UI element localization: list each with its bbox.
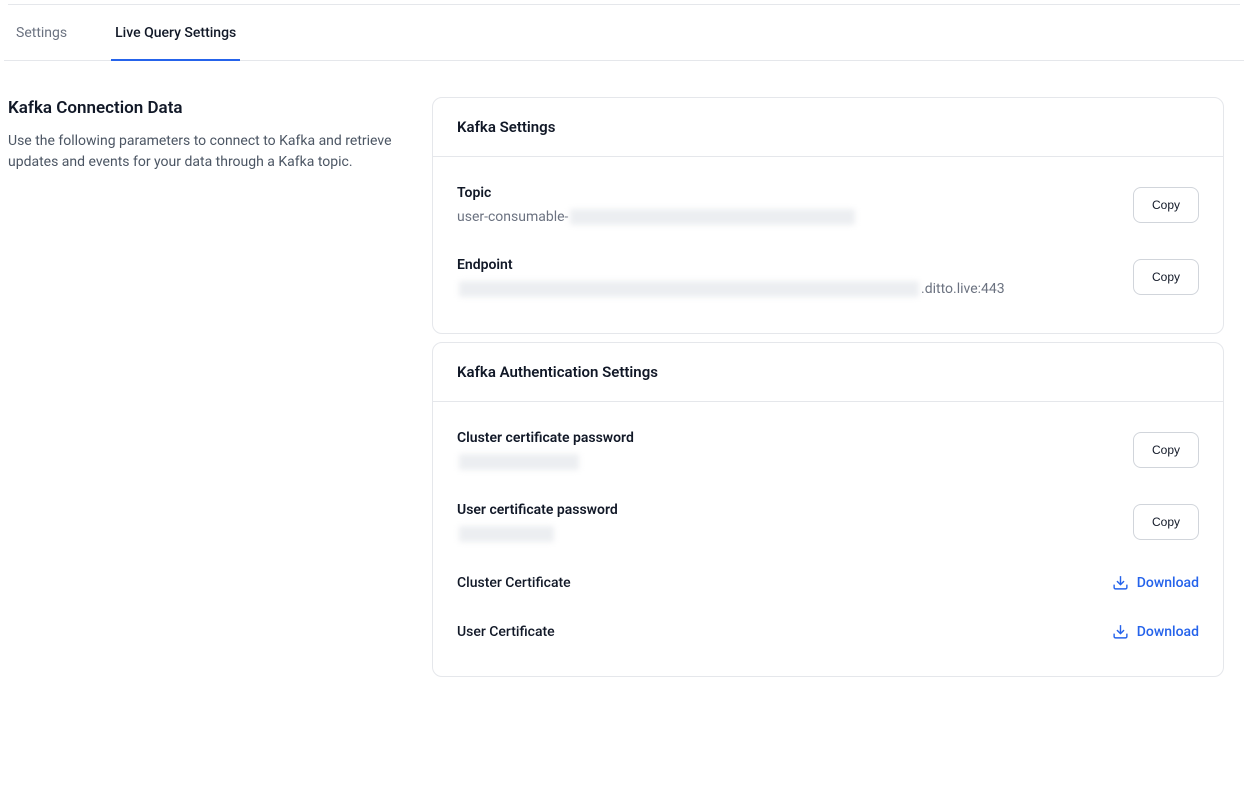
cluster-cert-row: Cluster Certificate Download	[457, 558, 1199, 607]
topic-label: Topic	[457, 185, 1117, 201]
download-icon	[1112, 623, 1129, 640]
redacted-text	[459, 281, 919, 297]
copy-button[interactable]: Copy	[1133, 504, 1199, 540]
user-password-label: User certificate password	[457, 502, 1117, 518]
kafka-auth-header: Kafka Authentication Settings	[457, 363, 1199, 381]
cluster-password-value	[457, 454, 1117, 470]
cluster-password-label: Cluster certificate password	[457, 430, 1117, 446]
kafka-auth-card: Kafka Authentication Settings Cluster ce…	[432, 342, 1224, 677]
topic-value-prefix: user-consumable-	[457, 209, 568, 225]
redacted-text	[570, 209, 855, 225]
copy-button[interactable]: Copy	[1133, 432, 1199, 468]
topic-field: Topic user-consumable- Copy	[457, 169, 1199, 241]
cluster-password-field: Cluster certificate password Copy	[457, 414, 1199, 486]
download-icon	[1112, 574, 1129, 591]
tab-settings[interactable]: Settings	[12, 5, 71, 61]
kafka-settings-header: Kafka Settings	[457, 118, 1199, 136]
tab-live-query-settings[interactable]: Live Query Settings	[111, 5, 240, 61]
endpoint-field: Endpoint .ditto.live:443 Copy	[457, 241, 1199, 313]
redacted-text	[459, 526, 554, 542]
download-link[interactable]: Download	[1112, 623, 1199, 640]
endpoint-label: Endpoint	[457, 257, 1117, 273]
user-password-value	[457, 526, 1117, 542]
download-label: Download	[1137, 624, 1199, 640]
download-label: Download	[1137, 575, 1199, 591]
endpoint-value-suffix: .ditto.live:443	[921, 281, 1005, 297]
user-password-field: User certificate password Copy	[457, 486, 1199, 558]
kafka-settings-card: Kafka Settings Topic user-consumable- Co…	[432, 97, 1224, 334]
cluster-cert-label: Cluster Certificate	[457, 575, 571, 591]
topic-value: user-consumable-	[457, 209, 1117, 225]
section-description: Use the following parameters to connect …	[8, 131, 408, 174]
redacted-text	[459, 454, 579, 470]
endpoint-value: .ditto.live:443	[457, 281, 1117, 297]
download-link[interactable]: Download	[1112, 574, 1199, 591]
copy-button[interactable]: Copy	[1133, 187, 1199, 223]
user-cert-label: User Certificate	[457, 624, 555, 640]
tabs: Settings Live Query Settings	[4, 5, 1244, 61]
user-cert-row: User Certificate Download	[457, 607, 1199, 656]
copy-button[interactable]: Copy	[1133, 259, 1199, 295]
section-title: Kafka Connection Data	[8, 97, 408, 121]
